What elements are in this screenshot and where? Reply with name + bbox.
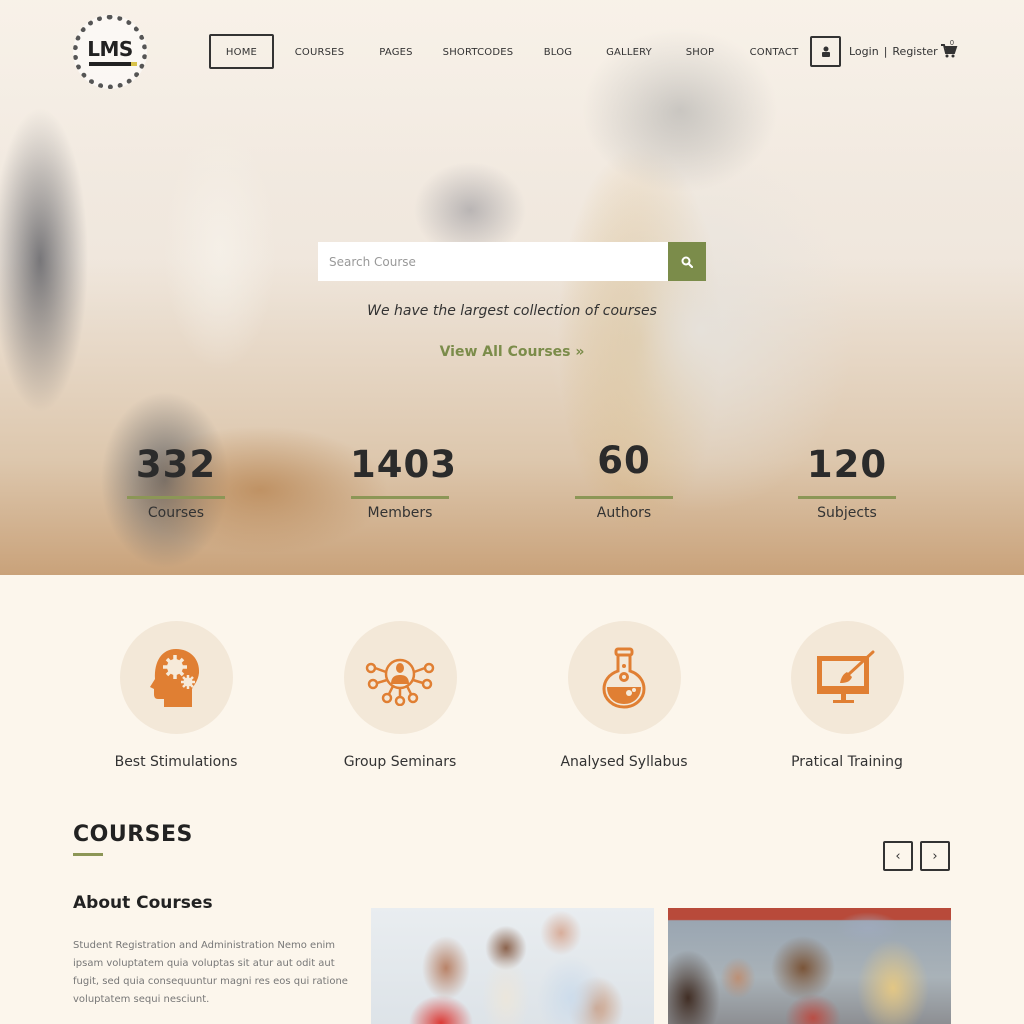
chevron-left-icon: ‹ (895, 848, 901, 864)
stat-value: 1403 (350, 443, 457, 486)
feature-label: Pratical Training (791, 754, 903, 770)
hero-section: LMS HOME COURSES PAGES SHORTCODES BLOG G… (0, 0, 1024, 575)
feature-pratical-training: Pratical Training (747, 621, 947, 770)
nav-shortcodes[interactable]: SHORTCODES (432, 34, 524, 69)
nav-courses[interactable]: COURSES (279, 34, 360, 69)
nav-home[interactable]: HOME (209, 34, 274, 69)
stat-divider (351, 496, 449, 499)
stat-courses: 332 Courses (126, 440, 226, 521)
about-courses-title: About Courses (73, 893, 213, 913)
feature-label: Group Seminars (343, 754, 457, 770)
feature-group-seminars: Group Seminars (300, 621, 500, 770)
site-logo[interactable]: LMS (73, 15, 147, 89)
stat-subjects: 120 Subjects (797, 440, 897, 521)
nav-contact[interactable]: CONTACT (734, 34, 814, 69)
hero-tagline: We have the largest collection of course… (367, 303, 657, 319)
carousel-prev-button[interactable]: ‹ (883, 841, 913, 871)
stat-value: 120 (806, 443, 888, 486)
nav-gallery[interactable]: GALLERY (592, 34, 666, 69)
stat-value: 60 (597, 439, 651, 482)
cart-icon[interactable] (940, 42, 958, 58)
feature-label: Analysed Syllabus (560, 754, 688, 770)
chevron-right-icon: › (932, 848, 938, 864)
feature-analysed-syllabus: Analysed Syllabus (524, 621, 724, 770)
about-courses-text: Student Registration and Administration … (73, 940, 348, 1005)
network-person-icon (365, 658, 435, 706)
stat-label: Members (367, 505, 433, 521)
stat-divider (127, 496, 225, 499)
courses-title-underline (73, 853, 103, 856)
feature-label: Best Stimulations (114, 754, 238, 770)
main-nav: HOME COURSES PAGES SHORTCODES BLOG GALLE… (209, 34, 814, 69)
stat-value: 332 (135, 443, 217, 486)
nav-shop[interactable]: SHOP (671, 34, 729, 69)
feature-icon-circle (343, 621, 457, 734)
stat-divider (798, 496, 896, 499)
search-button[interactable] (668, 242, 706, 281)
courses-section-title: COURSES (73, 822, 193, 847)
feature-icon-circle (567, 621, 681, 734)
login-link[interactable]: Login (849, 45, 879, 58)
course-card-image[interactable] (371, 908, 654, 1024)
stat-label: Subjects (817, 505, 877, 521)
course-card-image[interactable] (668, 908, 951, 1024)
search-input[interactable] (318, 242, 668, 281)
feature-icon-circle (119, 621, 233, 734)
logo-text: LMS (87, 36, 133, 61)
stat-authors: 60 Authors (574, 436, 674, 521)
register-link[interactable]: Register (892, 45, 937, 58)
user-account-button[interactable] (810, 36, 841, 67)
nav-blog[interactable]: BLOG (529, 34, 587, 69)
cart-count: 0 (950, 40, 954, 47)
feature-best-stimulations: Best Stimulations (76, 621, 276, 770)
view-all-courses-link[interactable]: View All Courses » (318, 344, 706, 360)
nav-pages[interactable]: PAGES (365, 34, 427, 69)
flask-icon (602, 647, 646, 709)
stat-divider (575, 496, 673, 499)
head-gears-icon (150, 648, 200, 707)
course-search (318, 242, 706, 281)
auth-links: Login | Register (849, 45, 938, 58)
logo-pencil-icon (89, 61, 137, 66)
stat-label: Authors (596, 505, 652, 521)
stat-label: Courses (147, 505, 205, 521)
search-icon (681, 256, 693, 268)
auth-separator: | (883, 45, 888, 58)
user-icon (821, 46, 830, 57)
carousel-next-button[interactable]: › (920, 841, 950, 871)
stat-members: 1403 Members (350, 440, 457, 521)
monitor-brush-icon (817, 650, 875, 703)
feature-icon-circle (790, 621, 904, 734)
